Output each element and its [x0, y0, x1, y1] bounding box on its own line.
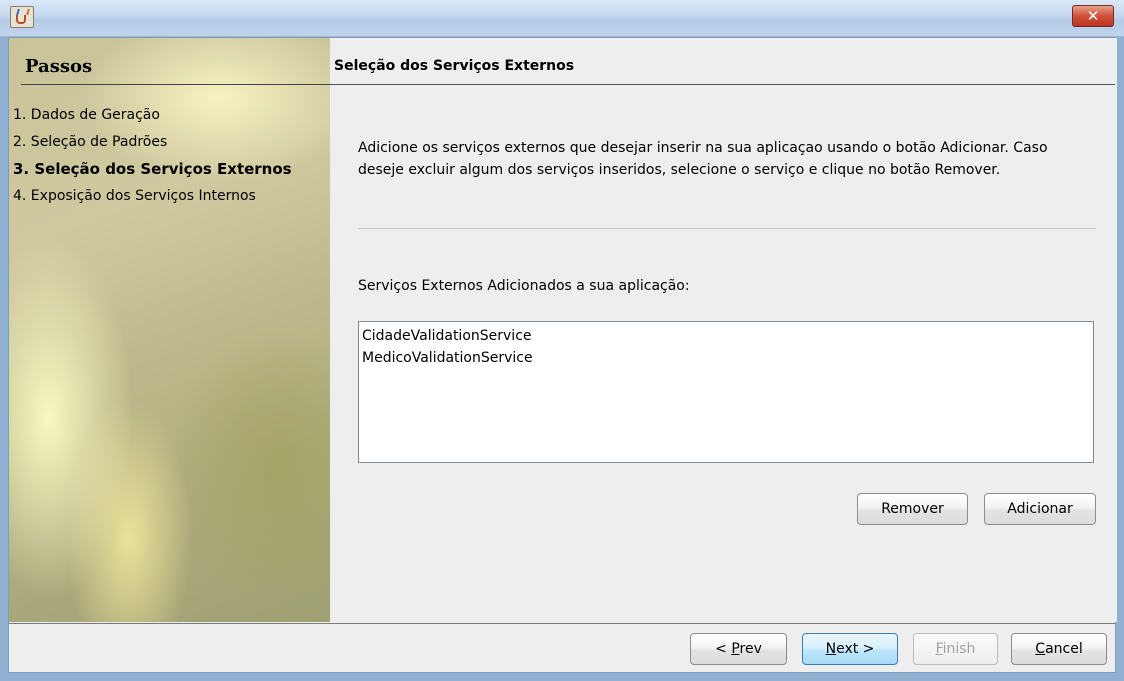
finish-button[interactable]: Finish [913, 633, 998, 665]
services-list[interactable]: CidadeValidationService MedicoValidation… [358, 321, 1094, 463]
steps-divider [21, 84, 330, 85]
step-item: 4. Exposição dos Serviços Internos [13, 188, 256, 204]
services-list-label: Serviços Externos Adicionados a sua apli… [358, 278, 690, 294]
step-content: Seleção dos Serviços Externos Adicione o… [330, 38, 1117, 622]
cancel-button[interactable]: Cancel [1011, 633, 1107, 665]
instructions-text: Adicione os serviços externos que deseja… [358, 137, 1108, 181]
title-bar[interactable]: ✕ [0, 0, 1124, 37]
page-title-divider [330, 84, 1115, 85]
remove-button[interactable]: Remover [857, 493, 968, 525]
instructions-line: deseje excluir algum dos serviços inseri… [358, 162, 1001, 178]
step-item: 2. Seleção de Padrões [13, 134, 168, 150]
next-button[interactable]: Next > [802, 633, 898, 665]
navigation-bar: < Prev Next > Finish Cancel [9, 624, 1115, 672]
steps-list: 1. Dados de Geração 2. Seleção de Padrõe… [13, 102, 292, 210]
steps-panel: Passos 1. Dados de Geração 2. Seleção de… [9, 38, 330, 622]
close-button[interactable]: ✕ [1072, 5, 1114, 27]
step-item: 1. Dados de Geração [13, 107, 160, 123]
separator [358, 228, 1096, 229]
instructions-line: Adicione os serviços externos que deseja… [358, 140, 1048, 156]
java-icon [10, 6, 34, 28]
add-button[interactable]: Adicionar [984, 493, 1096, 525]
wizard-body: Passos 1. Dados de Geração 2. Seleção de… [8, 37, 1117, 673]
step-item-current: 3. Seleção dos Serviços Externos [13, 160, 292, 178]
close-icon: ✕ [1086, 7, 1100, 25]
list-item[interactable]: MedicoValidationService [361, 347, 1091, 369]
prev-button[interactable]: < Prev [690, 633, 787, 665]
steps-title: Passos [25, 56, 93, 77]
list-item[interactable]: CidadeValidationService [361, 325, 1091, 347]
wizard-window: ✕ Passos 1. Dados de Geração 2. Seleção … [0, 0, 1124, 681]
page-title: Seleção dos Serviços Externos [334, 58, 575, 74]
